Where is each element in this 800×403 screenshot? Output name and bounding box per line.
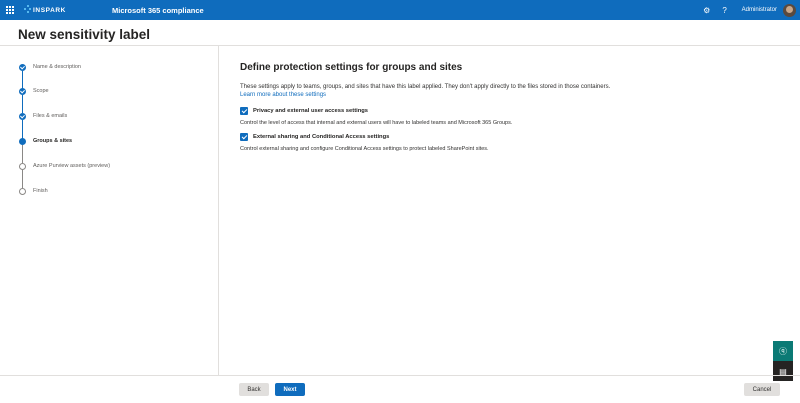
section-heading: Define protection settings for groups an… [240, 62, 463, 73]
step-label: Name & description [33, 64, 81, 70]
help-button[interactable]: ? [716, 0, 734, 20]
help-fab[interactable]: ⓠ [773, 341, 793, 361]
option-label: External sharing and Conditional Access … [253, 134, 390, 140]
app-launcher-button[interactable] [0, 0, 20, 20]
step-label: Azure Purview assets (preview) [33, 163, 111, 169]
waffle-icon [6, 6, 14, 14]
step-label: Files & emails [33, 113, 68, 119]
option-description: Control the level of access that interna… [240, 120, 513, 126]
step-name-description[interactable]: Name & description [19, 62, 81, 72]
step-pending-icon [19, 187, 26, 195]
option-label: Privacy and external user access setting… [253, 108, 369, 114]
section-description: These settings apply to teams, groups, a… [240, 84, 611, 90]
question-icon: ? [722, 5, 727, 15]
step-finish: Finish [19, 186, 48, 196]
step-scope[interactable]: Scope [19, 86, 49, 96]
wizard-steps: Name & description Scope Files & emails … [0, 46, 219, 376]
option-description: Control external sharing and configure C… [240, 146, 489, 152]
step-label: Scope [33, 88, 49, 94]
step-pending-icon [19, 162, 26, 170]
step-groups-sites[interactable]: Groups & sites [19, 136, 72, 146]
option-privacy: Privacy and external user access setting… [240, 106, 780, 127]
user-name[interactable]: Administrator [742, 7, 777, 13]
main-content: Define protection settings for groups an… [240, 62, 780, 153]
learn-more-link[interactable]: Learn more about these settings [240, 91, 780, 99]
settings-button[interactable]: ⚙ [698, 0, 716, 20]
step-current-icon [19, 137, 26, 145]
step-complete-icon [19, 87, 26, 95]
avatar[interactable] [783, 3, 796, 17]
step-label: Groups & sites [33, 138, 73, 144]
step-complete-icon [19, 63, 26, 71]
step-complete-icon [19, 112, 26, 120]
logo-text: INSPARK [33, 6, 66, 14]
step-label: Finish [33, 188, 48, 194]
back-button[interactable]: Back [239, 383, 269, 396]
next-button[interactable]: Next [275, 383, 305, 396]
question-bubble-icon: ⓠ [779, 346, 787, 356]
privacy-checkbox[interactable] [240, 107, 248, 115]
cancel-button[interactable]: Cancel [744, 383, 780, 396]
step-files-emails[interactable]: Files & emails [19, 111, 67, 121]
divider [0, 375, 800, 376]
company-logo[interactable]: INSPARK [24, 0, 66, 20]
top-bar: INSPARK Microsoft 365 compliance ⚙ ? Adm… [0, 0, 800, 20]
app-title[interactable]: Microsoft 365 compliance [112, 6, 204, 15]
step-azure-purview: Azure Purview assets (preview) [19, 161, 110, 171]
logo-mark-icon [24, 4, 32, 16]
gear-icon: ⚙ [703, 5, 711, 15]
feedback-fab[interactable]: ▤ [773, 361, 793, 381]
external-sharing-checkbox[interactable] [240, 133, 248, 141]
option-external-sharing: External sharing and Conditional Access … [240, 132, 780, 153]
page-title: New sensitivity label [18, 27, 151, 42]
